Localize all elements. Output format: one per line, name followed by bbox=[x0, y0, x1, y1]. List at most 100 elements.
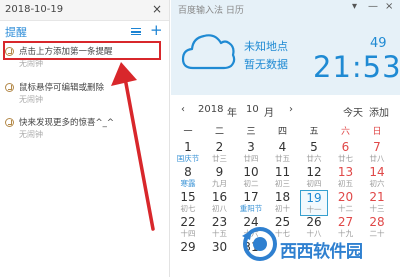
weekday-header: 日 bbox=[372, 127, 382, 137]
day-number: 1 bbox=[184, 140, 192, 154]
calendar-day[interactable]: 4 廿五 bbox=[269, 140, 297, 166]
weekday-header: 四 bbox=[277, 127, 287, 137]
add-button[interactable]: 添加 bbox=[369, 104, 389, 119]
lunar-date: 重阳节 bbox=[239, 204, 263, 213]
day-number: 17 bbox=[243, 190, 259, 204]
lunar-date: 初三 bbox=[275, 179, 290, 188]
next-month-icon[interactable]: › bbox=[289, 104, 293, 118]
reminder-header: 2018-10-19 × bbox=[0, 0, 169, 21]
calendar-day[interactable]: 20 十二 bbox=[332, 190, 360, 216]
calendar-day[interactable]: 13 初五 bbox=[332, 165, 360, 191]
lunar-date: 廿五 bbox=[275, 154, 290, 163]
day-number: 9 bbox=[215, 165, 224, 179]
watermark-logo-icon bbox=[242, 227, 277, 261]
calendar-day[interactable]: 12 初四 bbox=[300, 165, 328, 191]
day-number: 14 bbox=[369, 165, 385, 179]
lunar-date: 九月 bbox=[212, 179, 227, 188]
calendar-day[interactable]: 5 廿六 bbox=[300, 140, 328, 166]
year-unit: 年 bbox=[227, 108, 237, 119]
reminder-date: 2018-10-19 bbox=[5, 4, 64, 15]
lunar-date: 十一 bbox=[306, 205, 322, 214]
lunar-date: 初八 bbox=[212, 204, 227, 213]
calendar-day[interactable]: 1 国庆节 bbox=[174, 140, 202, 166]
watermark: 西西软件园 bbox=[226, 226, 376, 262]
weather-header: 百度输入法 日历 ▾ — × 未知地点 暂无数据 49 21:53 bbox=[171, 0, 400, 95]
day-number: 22 bbox=[180, 215, 196, 229]
calendar-day[interactable]: 18 初十 bbox=[269, 190, 297, 216]
cloud-icon bbox=[181, 34, 236, 70]
watermark-text: 西西软件园 bbox=[280, 242, 363, 262]
lunar-date: 初十 bbox=[275, 204, 290, 213]
reminder-alarm: 无闹钟 bbox=[19, 95, 43, 104]
lunar-date: 寒露 bbox=[180, 179, 196, 188]
calendar-day[interactable]: 10 初二 bbox=[237, 165, 265, 191]
reminder-title: 提醒 bbox=[5, 26, 27, 39]
reminder-item[interactable]: 鼠标悬停可编辑或删除 无闹钟 bbox=[5, 81, 155, 109]
alarm-check-icon bbox=[5, 83, 14, 92]
lunar-date: 初六 bbox=[369, 179, 385, 188]
temperature: 49 bbox=[370, 36, 387, 51]
calendar-day[interactable]: 15 初七 bbox=[174, 190, 202, 216]
calendar-day[interactable]: 3 廿四 bbox=[237, 140, 265, 166]
day-number: 7 bbox=[373, 140, 381, 154]
month-unit: 月 bbox=[264, 108, 274, 119]
calendar-day[interactable]: 11 初三 bbox=[269, 165, 297, 191]
day-number: 12 bbox=[306, 165, 322, 179]
lunar-date: 廿三 bbox=[212, 154, 227, 163]
calendar-day[interactable]: 14 初六 bbox=[363, 165, 391, 191]
calendar-day[interactable]: 16 初八 bbox=[206, 190, 234, 216]
reminder-panel: 2018-10-19 × 提醒 + 点击上方添加第一条提醒 无闹钟 鼠标悬停可编… bbox=[0, 0, 170, 277]
clock: 21:53 bbox=[313, 50, 400, 84]
dropdown-icon[interactable]: ▾ bbox=[352, 1, 357, 12]
calendar-day[interactable]: 8 寒露 bbox=[174, 165, 202, 191]
lunar-date: 廿七 bbox=[338, 154, 353, 163]
year-value[interactable]: 2018 bbox=[198, 104, 223, 118]
calendar-day[interactable]: 22 十四 bbox=[174, 215, 202, 241]
weekday-header: 一 bbox=[183, 127, 193, 137]
calendar-day[interactable]: 19 十一 bbox=[300, 190, 328, 216]
day-number: 16 bbox=[211, 190, 228, 204]
day-number: 5 bbox=[310, 140, 318, 154]
day-number: 21 bbox=[369, 190, 385, 204]
minimize-icon[interactable]: — bbox=[368, 1, 378, 12]
calendar-day[interactable]: 9 九月 bbox=[206, 165, 234, 191]
day-number: 8 bbox=[184, 165, 192, 179]
app-title: 百度输入法 日历 bbox=[178, 6, 244, 16]
reminder-item[interactable]: 快来发现更多的惊喜^_^ 无闹钟 bbox=[5, 116, 155, 144]
weekday-header: 二 bbox=[214, 127, 224, 137]
calendar-day[interactable]: 17 重阳节 bbox=[237, 190, 265, 216]
calendar-day[interactable]: 7 廿八 bbox=[363, 140, 391, 166]
close-icon[interactable]: × bbox=[152, 2, 162, 16]
weekday-header: 三 bbox=[246, 127, 256, 137]
prev-year-icon[interactable]: ‹ bbox=[181, 104, 185, 118]
month-value[interactable]: 10 bbox=[246, 104, 259, 118]
day-number: 20 bbox=[337, 190, 354, 204]
reminder-alarm: 无闹钟 bbox=[19, 130, 43, 139]
lunar-date: 廿八 bbox=[369, 154, 385, 163]
lunar-date: 初七 bbox=[180, 204, 196, 213]
lunar-date: 初五 bbox=[338, 179, 353, 188]
add-reminder-icon[interactable]: + bbox=[150, 21, 163, 39]
day-number: 18 bbox=[274, 190, 291, 204]
highlight-box bbox=[3, 41, 161, 60]
lunar-date: 初四 bbox=[306, 179, 322, 188]
reminder-text: 鼠标悬停可编辑或删除 bbox=[19, 83, 105, 93]
day-number: 3 bbox=[247, 140, 255, 154]
lunar-date: 国庆节 bbox=[176, 154, 200, 163]
day-number: 11 bbox=[274, 165, 291, 179]
day-number: 13 bbox=[337, 165, 354, 179]
calendar-day[interactable]: 6 廿七 bbox=[332, 140, 360, 166]
weekday-header: 六 bbox=[340, 127, 350, 137]
close-icon[interactable]: × bbox=[385, 1, 393, 12]
today-button[interactable]: 今天 bbox=[343, 104, 363, 119]
calendar-day[interactable]: 21 十三 bbox=[363, 190, 391, 216]
menu-icon[interactable] bbox=[131, 28, 141, 35]
calendar-day[interactable]: 29 bbox=[174, 240, 202, 266]
lunar-date: 十三 bbox=[369, 204, 385, 213]
calendar-day[interactable]: 2 廿三 bbox=[206, 140, 234, 166]
lunar-date: 廿六 bbox=[306, 154, 322, 163]
reminder-toolbar: 提醒 + bbox=[0, 21, 170, 41]
day-number: 10 bbox=[243, 165, 259, 179]
reminder-text: 快来发现更多的惊喜^_^ bbox=[19, 118, 114, 128]
weather-location: 未知地点 bbox=[244, 40, 288, 53]
